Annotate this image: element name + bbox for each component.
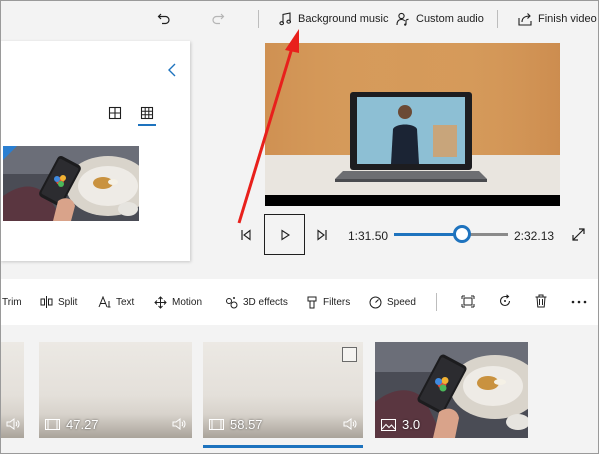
- library-media-thumbnail[interactable]: [3, 146, 139, 221]
- undo-button[interactable]: [157, 8, 171, 30]
- 3d-effects-label: 3D effects: [243, 296, 288, 308]
- seek-bar[interactable]: [394, 233, 508, 236]
- filters-button[interactable]: Filters: [306, 294, 350, 310]
- phone-photo-image: [3, 146, 139, 221]
- fullscreen-icon[interactable]: [572, 228, 585, 241]
- clip-duration: 58.57: [230, 417, 263, 432]
- trim-button[interactable]: Trim: [2, 294, 22, 310]
- rotate-icon[interactable]: [498, 294, 512, 308]
- text-label: Text: [116, 296, 135, 308]
- redo-button[interactable]: [211, 8, 225, 30]
- chevron-left-icon[interactable]: [166, 62, 178, 78]
- total-time: 2:32.13: [514, 229, 555, 243]
- toolbar-divider: [436, 293, 437, 311]
- background-music-label: Background music: [298, 13, 389, 25]
- selected-clip-indicator: [203, 445, 363, 448]
- clip-select-checkbox[interactable]: [342, 347, 357, 362]
- split-icon: [40, 296, 53, 308]
- motion-icon: [154, 295, 167, 309]
- finish-video-button[interactable]: Finish video: [518, 8, 597, 30]
- custom-audio-icon: [396, 12, 409, 26]
- image-clip-icon: [381, 418, 396, 431]
- small-thumbnail-view-icon[interactable]: [140, 106, 154, 120]
- export-icon: [518, 13, 532, 26]
- split-label: Split: [58, 296, 78, 308]
- play-button[interactable]: [264, 214, 305, 255]
- storyboard-clip[interactable]: 47.27: [39, 342, 192, 438]
- redo-icon: [212, 13, 225, 25]
- toolbar-divider: [258, 10, 259, 28]
- motion-label: Motion: [172, 296, 203, 308]
- current-time: 1:31.50: [348, 229, 389, 243]
- music-note-icon: [279, 12, 292, 26]
- undo-icon: [157, 13, 170, 25]
- clip-info: 47.27: [45, 417, 99, 432]
- large-thumbnail-view-icon[interactable]: [108, 106, 122, 120]
- video-clip-icon: [209, 419, 224, 430]
- filters-label: Filters: [323, 296, 351, 308]
- filters-icon: [307, 296, 317, 308]
- split-button[interactable]: Split: [40, 294, 77, 310]
- seek-bar-progress: [394, 233, 463, 236]
- storyboard-clip[interactable]: [0, 342, 24, 438]
- selection-corner-marker: [3, 146, 17, 160]
- motion-button[interactable]: Motion: [154, 294, 202, 310]
- text-icon: [98, 296, 111, 308]
- custom-audio-button[interactable]: Custom audio: [396, 8, 484, 30]
- speed-button[interactable]: Speed: [369, 294, 416, 310]
- selected-view-indicator: [138, 124, 156, 126]
- 3d-effects-button[interactable]: 3D effects: [225, 294, 288, 310]
- clip-info: 58.57: [209, 417, 263, 432]
- previous-frame-icon[interactable]: [240, 229, 252, 241]
- clip-duration: 3.0: [402, 417, 421, 432]
- finish-video-label: Finish video: [538, 13, 597, 25]
- crop-icon[interactable]: [461, 295, 475, 308]
- clip-info: 3.0: [381, 417, 420, 432]
- storyboard-clip-selected[interactable]: 58.57: [203, 342, 363, 438]
- clip-duration: 47.27: [66, 417, 99, 432]
- 3d-effects-icon: [226, 296, 238, 308]
- speaker-icon: [6, 418, 20, 430]
- trim-label: Trim: [2, 296, 22, 308]
- speed-icon: [369, 296, 382, 308]
- speaker-icon[interactable]: [172, 418, 186, 430]
- storyboard-clip[interactable]: 3.0: [375, 342, 528, 438]
- background-music-button[interactable]: Background music: [279, 8, 389, 30]
- video-preview[interactable]: [265, 43, 560, 206]
- trash-icon[interactable]: [535, 294, 547, 308]
- video-clip-icon: [45, 419, 60, 430]
- play-icon: [280, 228, 290, 241]
- speed-label: Speed: [387, 296, 416, 308]
- custom-audio-label: Custom audio: [416, 13, 484, 25]
- next-frame-icon[interactable]: [316, 229, 328, 241]
- toolbar-divider: [497, 10, 498, 28]
- preview-frame-image: [265, 43, 560, 206]
- speaker-icon[interactable]: [343, 418, 357, 430]
- text-button[interactable]: Text: [98, 294, 134, 310]
- more-options-icon[interactable]: [571, 300, 587, 304]
